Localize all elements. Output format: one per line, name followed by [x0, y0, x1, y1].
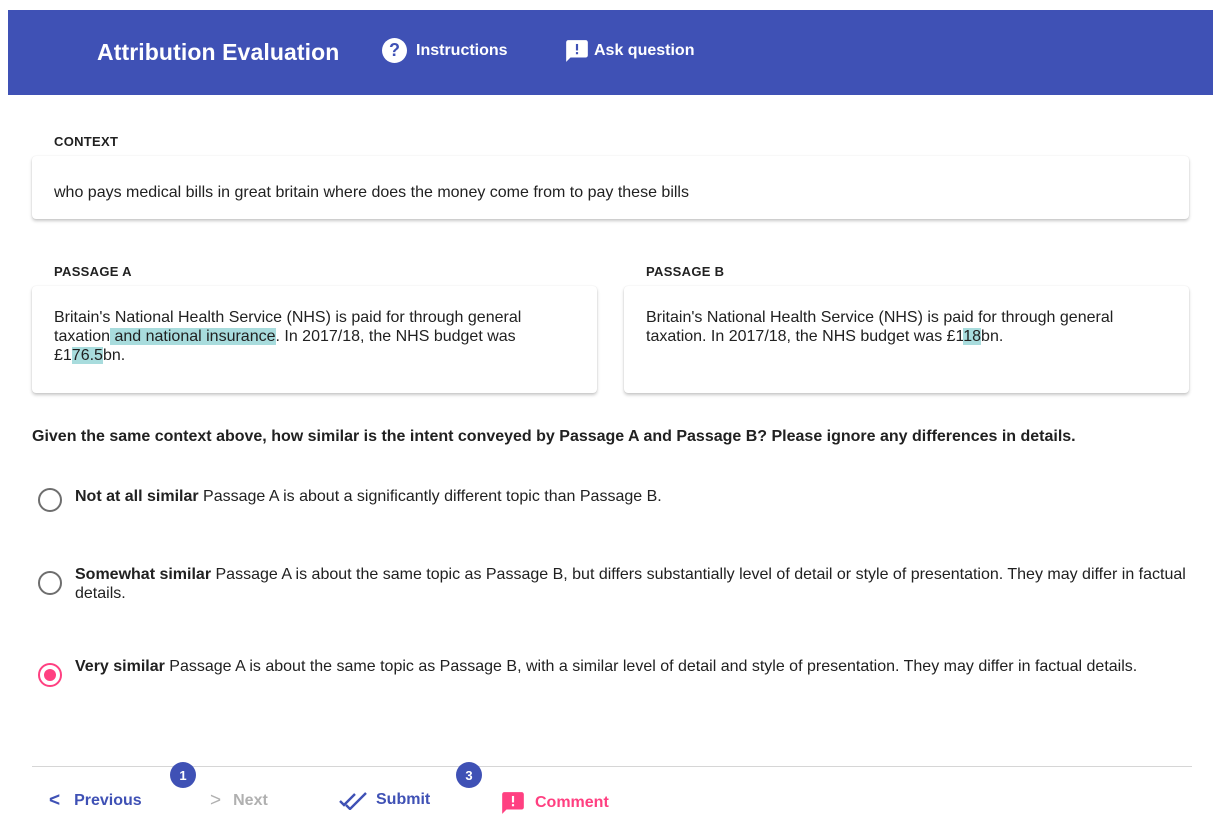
- previous-label: Previous: [74, 792, 142, 809]
- previous-button[interactable]: < Previous: [49, 790, 142, 812]
- comment-button[interactable]: Comment: [500, 790, 609, 816]
- submit-label: Submit: [376, 791, 431, 808]
- passage-a-text: Britain's National Health Service (NHS) …: [54, 309, 521, 364]
- option-description: Passage A is about the same topic as Pas…: [164, 658, 1138, 675]
- radio-button[interactable]: [38, 488, 62, 512]
- option-title: Somewhat similar: [75, 566, 212, 583]
- option-somewhat-similar[interactable]: Somewhat similar Passage A is about the …: [38, 565, 1198, 603]
- option-description: Passage A is about the same topic as Pas…: [75, 566, 1186, 602]
- option-text: Not at all similar Passage A is about a …: [75, 487, 662, 506]
- option-title: Very similar: [75, 658, 165, 675]
- passage-segment: Britain's National Health Service (NHS) …: [646, 309, 1114, 345]
- option-very-similar[interactable]: Very similar Passage A is about the same…: [38, 657, 1198, 687]
- ask-question-button[interactable]: Ask question: [564, 38, 694, 64]
- highlighted-difference: 76.5: [71, 347, 103, 364]
- ask-question-label: Ask question: [594, 42, 695, 59]
- done-all-icon: [339, 792, 367, 810]
- passage-b-label: PASSAGE B: [646, 264, 725, 279]
- chevron-right-icon: >: [210, 790, 222, 811]
- context-text: who pays medical bills in great britain …: [54, 184, 689, 201]
- passage-segment: bn.: [102, 347, 126, 364]
- footer-divider: [32, 766, 1192, 767]
- radio-button-selected[interactable]: [38, 663, 62, 687]
- next-label: Next: [233, 792, 268, 809]
- passage-segment: bn.: [981, 328, 1004, 345]
- comment-label: Comment: [535, 794, 609, 811]
- passage-a-label: PASSAGE A: [54, 264, 132, 279]
- radio-button[interactable]: [38, 571, 62, 595]
- context-card: who pays medical bills in great britain …: [32, 156, 1189, 219]
- next-button[interactable]: > Next: [210, 790, 268, 812]
- app-title: Attribution Evaluation: [97, 39, 340, 65]
- feedback-icon: [566, 40, 588, 62]
- highlighted-difference: and national insurance: [110, 328, 276, 345]
- option-text: Somewhat similar Passage A is about the …: [75, 565, 1198, 603]
- chevron-left-icon: <: [49, 790, 61, 811]
- app-header: Attribution Evaluation ? Instructions As…: [8, 10, 1213, 95]
- context-label: CONTEXT: [54, 134, 119, 149]
- submit-count-badge: 3: [456, 762, 482, 788]
- instructions-button[interactable]: ? Instructions: [382, 38, 508, 63]
- submit-button[interactable]: Submit: [339, 790, 430, 810]
- passage-a-card: Britain's National Health Service (NHS) …: [32, 286, 597, 393]
- feedback-icon: [502, 792, 524, 814]
- option-not-at-all-similar[interactable]: Not at all similar Passage A is about a …: [38, 487, 1198, 512]
- highlighted-difference: 18: [963, 328, 982, 345]
- option-title: Not at all similar: [75, 488, 199, 505]
- help-icon: ?: [382, 38, 407, 63]
- option-description: Passage A is about a significantly diffe…: [198, 488, 662, 505]
- question-text: Given the same context above, how simila…: [32, 428, 1076, 445]
- passage-b-card: Britain's National Health Service (NHS) …: [624, 286, 1189, 393]
- instructions-label: Instructions: [416, 41, 508, 59]
- passage-b-text: Britain's National Health Service (NHS) …: [646, 309, 1113, 345]
- option-text: Very similar Passage A is about the same…: [75, 657, 1137, 676]
- previous-count-badge: 1: [170, 762, 196, 788]
